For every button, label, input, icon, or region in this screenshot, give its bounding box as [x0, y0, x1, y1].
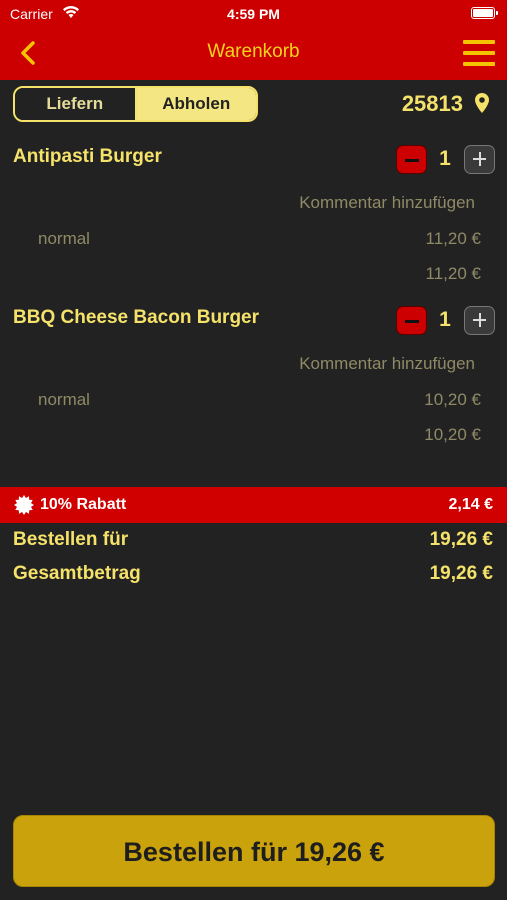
- item-name: BBQ Cheese Bacon Burger: [13, 307, 260, 328]
- postcode-label[interactable]: 25813: [402, 91, 463, 117]
- discount-banner: 10% Rabatt 2,14 €: [0, 487, 507, 523]
- battery-icon: [471, 7, 498, 19]
- item-variant: normal: [38, 229, 90, 248]
- add-comment-link[interactable]: Kommentar hinzufügen: [299, 354, 475, 374]
- page-title: Warenkorb: [207, 41, 300, 62]
- item-variant: normal: [38, 390, 90, 409]
- variant-price: 10,20 €: [424, 390, 481, 409]
- discount-badge-icon: [14, 495, 34, 515]
- order-for-label: Bestellen für: [13, 529, 129, 550]
- total-label: Gesamtbetrag: [13, 563, 141, 584]
- delivery-mode-toggle: Liefern Abholen: [13, 86, 258, 122]
- increase-quantity-button[interactable]: [464, 306, 495, 335]
- item-total: 11,20 €: [425, 264, 481, 283]
- status-bar: Carrier 4:59 PM: [0, 0, 507, 28]
- total-value: 19,26 €: [429, 563, 493, 584]
- item-name: Antipasti Burger: [13, 146, 162, 167]
- place-order-button[interactable]: Bestellen für 19,26 €: [13, 815, 495, 887]
- delivery-option-abholen[interactable]: Abholen: [136, 88, 256, 120]
- decrease-quantity-button[interactable]: [396, 306, 427, 335]
- location-pin-icon[interactable]: [473, 92, 491, 114]
- order-for-value: 19,26 €: [429, 529, 493, 550]
- variant-price: 11,20 €: [425, 229, 481, 248]
- item-quantity: 1: [439, 308, 451, 331]
- item-quantity: 1: [439, 147, 451, 170]
- clock: 4:59 PM: [227, 6, 280, 22]
- discount-label: 10% Rabatt: [40, 496, 127, 513]
- nav-bar: Warenkorb: [0, 28, 507, 80]
- increase-quantity-button[interactable]: [464, 145, 495, 174]
- delivery-option-liefern[interactable]: Liefern: [15, 88, 137, 120]
- decrease-quantity-button[interactable]: [396, 145, 427, 174]
- discount-amount: 2,14 €: [448, 496, 493, 513]
- item-total: 10,20 €: [424, 425, 481, 444]
- add-comment-link[interactable]: Kommentar hinzufügen: [299, 193, 475, 213]
- hamburger-menu-icon[interactable]: [461, 38, 497, 68]
